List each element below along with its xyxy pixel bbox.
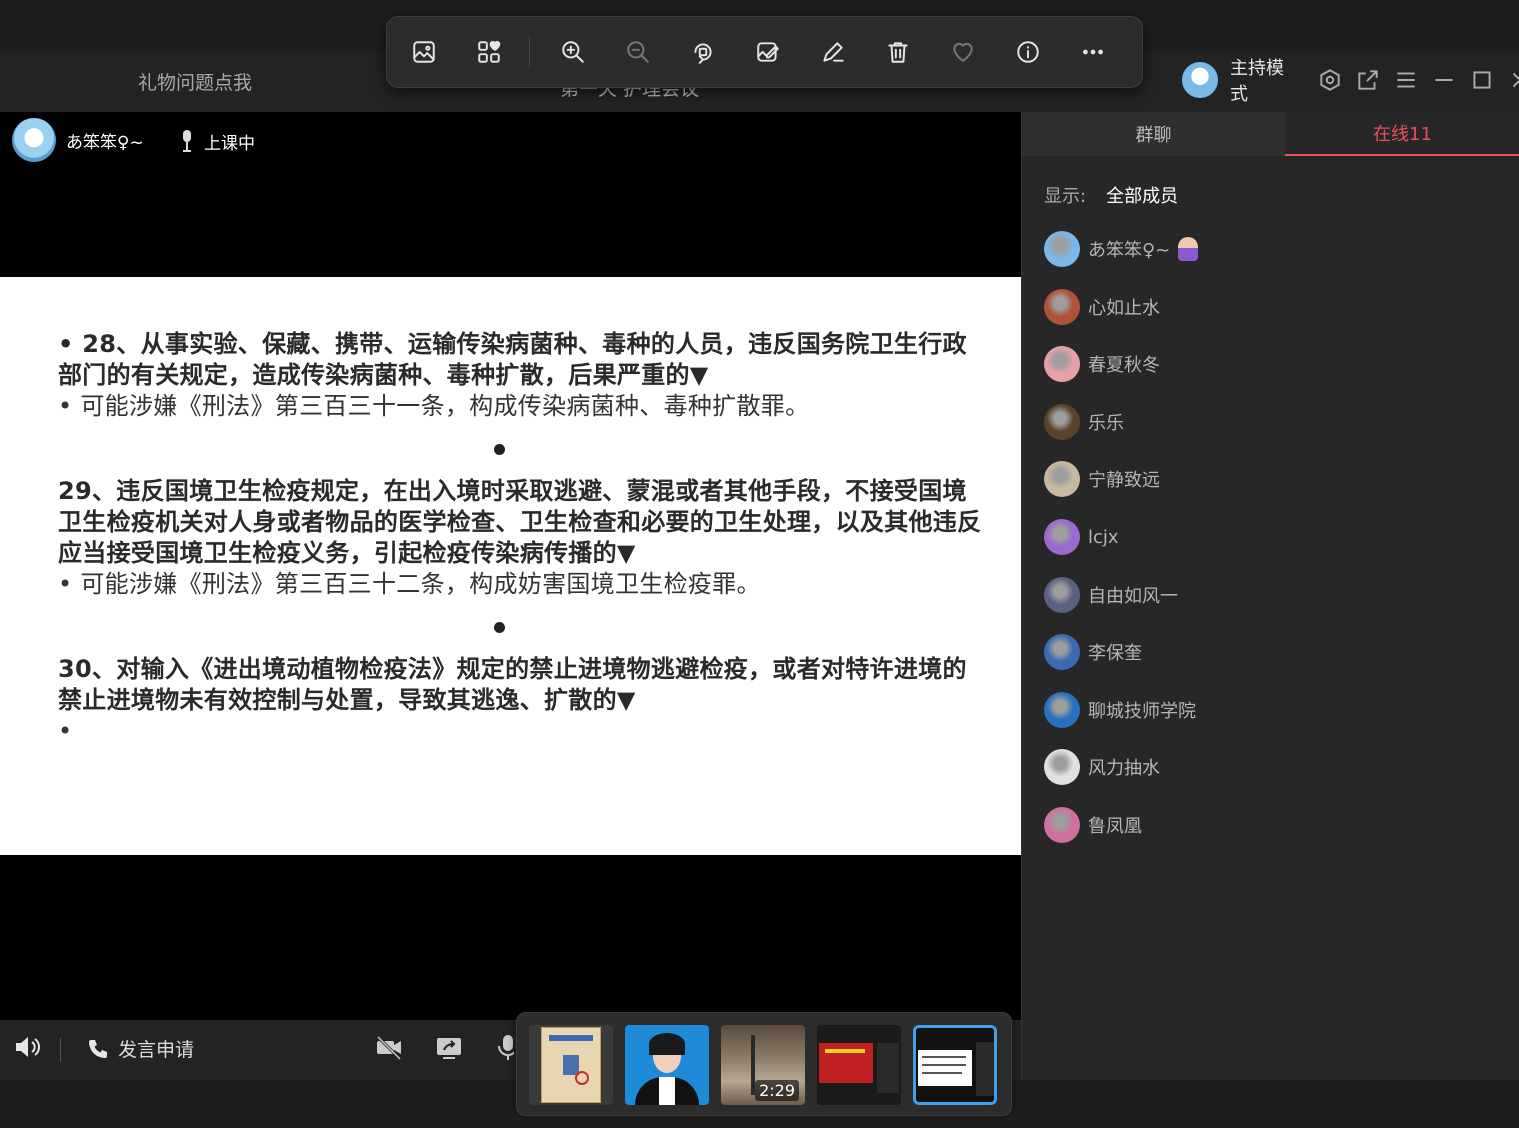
slide-content: • 28、从事实验、保藏、携带、运输传染病菌种、毒种的人员，违反国务院卫生行政部…	[0, 277, 1021, 855]
member-item[interactable]: 李保奎	[1044, 632, 1142, 672]
class-status-label: 上课中	[204, 133, 255, 154]
class-status: 上课中	[178, 128, 255, 154]
video-duration: 2:29	[755, 1080, 799, 1101]
speaker-icon[interactable]	[12, 1032, 42, 1066]
apps-heart-icon[interactable]	[472, 35, 505, 69]
thumbnail-screenshot-slide[interactable]	[913, 1025, 997, 1105]
info-icon[interactable]	[1012, 35, 1045, 69]
member-item[interactable]: 自由如风一	[1044, 575, 1178, 615]
member-item[interactable]: 心如止水	[1044, 287, 1160, 327]
zoom-out-icon[interactable]	[621, 35, 654, 69]
slide-bullet	[494, 622, 505, 633]
member-filter[interactable]: 显示: 全部成员	[1044, 182, 1178, 208]
member-name: 春夏秋冬	[1088, 355, 1160, 377]
member-name: 李保奎	[1088, 643, 1142, 665]
member-name: 风力抽水	[1088, 758, 1160, 780]
host-avatar[interactable]	[1182, 62, 1218, 98]
member-item[interactable]: lcjx	[1044, 517, 1119, 557]
apply-speak-label: 发言申请	[118, 1039, 195, 1061]
draw-icon[interactable]	[817, 35, 850, 69]
slide-bullet	[494, 444, 505, 455]
favorite-icon[interactable]	[947, 35, 980, 69]
minimize-icon[interactable]	[1431, 67, 1457, 93]
thumbnail-work-id[interactable]	[529, 1025, 613, 1105]
microphone-toggle-icon[interactable]	[494, 1032, 514, 1066]
slide-item-29-answer: • 可能涉嫌《刑法》第三百三十二条，构成妨害国境卫生检疫罪。	[58, 570, 761, 598]
image-viewer-toolbar	[386, 16, 1143, 88]
tab-group-chat[interactable]: 群聊	[1022, 112, 1285, 156]
delete-icon[interactable]	[882, 35, 915, 69]
member-name: あ笨笨♀~	[1088, 240, 1171, 261]
member-name: 鲁凤凰	[1088, 816, 1142, 837]
presenter-avatar	[12, 118, 56, 162]
member-avatar	[1044, 403, 1080, 440]
member-avatar	[1044, 691, 1080, 728]
member-name: 自由如风一	[1088, 585, 1178, 607]
member-avatar	[1044, 807, 1080, 843]
tab-online[interactable]: 在线11	[1285, 112, 1519, 156]
member-avatar	[1044, 519, 1080, 555]
image-filmstrip: 2:29	[516, 1012, 1012, 1116]
host-mode-label[interactable]: 主持模式	[1230, 54, 1293, 106]
panel-tabs: 群聊 在线11	[1022, 112, 1519, 156]
popout-icon[interactable]	[1355, 67, 1381, 93]
zoom-in-icon[interactable]	[556, 35, 589, 69]
member-avatar	[1044, 634, 1080, 671]
maximize-icon[interactable]	[1469, 67, 1495, 93]
screen-share-icon[interactable]	[434, 1032, 464, 1066]
member-avatar	[1044, 576, 1080, 613]
member-avatar	[1044, 461, 1080, 498]
thumbnail-video[interactable]: 2:29	[721, 1025, 805, 1105]
more-icon[interactable]	[1077, 35, 1110, 69]
member-avatar	[1044, 346, 1080, 383]
member-item[interactable]: 鲁凤凰	[1044, 805, 1142, 845]
host-controls: 主持模式	[1182, 58, 1519, 105]
member-name: 宁静致远	[1088, 470, 1160, 492]
bar-divider	[60, 1038, 61, 1062]
camera-off-icon[interactable]	[374, 1032, 404, 1066]
member-item[interactable]: 春夏秋冬	[1044, 344, 1160, 384]
presentation-stage: あ笨笨♀~ 上课中 • 28、从事实验、保藏、携带、运输传染病菌种、毒种的人员，…	[0, 112, 1021, 1020]
menu-icon[interactable]	[1393, 67, 1419, 93]
host-badge-icon	[1178, 237, 1199, 261]
member-avatar	[1044, 288, 1080, 325]
rotate-icon[interactable]	[686, 35, 719, 69]
slide-item-29-title: 29、违反国境卫生检疫规定，在出入境时采取逃避、蒙混或者其他手段，不接受国境卫生…	[58, 477, 982, 567]
member-item[interactable]: 宁静致远	[1044, 459, 1160, 499]
slide-item-28-answer: • 可能涉嫌《刑法》第三百三十一条，构成传染病菌种、毒种扩散罪。	[58, 392, 810, 420]
slide-item-30-title: 30、对输入《进出境动植物检疫法》规定的禁止进境物逃避检疫，或者对特许进境的禁止…	[58, 655, 967, 714]
member-item[interactable]: 乐乐	[1044, 402, 1124, 442]
member-name: 乐乐	[1088, 412, 1124, 434]
member-item[interactable]: 风力抽水	[1044, 747, 1160, 787]
presenter-info: あ笨笨♀~	[12, 118, 144, 162]
slide-item-30-answer: •	[58, 717, 73, 745]
filter-label: 显示:	[1044, 186, 1087, 207]
member-item[interactable]: 聊城技师学院	[1044, 690, 1196, 730]
member-name: 心如止水	[1088, 297, 1160, 319]
thumbnail-screenshot-red[interactable]	[817, 1025, 901, 1105]
edit-image-icon[interactable]	[751, 35, 784, 69]
microphone-icon	[183, 130, 191, 152]
member-name: 聊城技师学院	[1088, 700, 1196, 722]
phone-icon	[89, 1039, 107, 1058]
image-icon[interactable]	[407, 35, 440, 69]
close-icon[interactable]	[1507, 67, 1519, 93]
member-name: lcjx	[1088, 526, 1119, 548]
settings-icon[interactable]	[1317, 67, 1343, 93]
member-avatar	[1044, 749, 1080, 786]
gift-help-link[interactable]: 礼物问题点我	[138, 68, 252, 95]
filter-value[interactable]: 全部成员	[1106, 182, 1178, 208]
presenter-name: あ笨笨♀~	[66, 132, 144, 153]
member-panel: 群聊 在线11 显示: 全部成员 あ笨笨♀~ 心如止水春夏秋冬乐乐宁静致远 lcjx…	[1021, 112, 1519, 1080]
slide-item-28-title: • 28、从事实验、保藏、携带、运输传染病菌种、毒种的人员，违反国务院卫生行政部…	[58, 330, 967, 389]
thumbnail-portrait[interactable]	[625, 1025, 709, 1105]
toolbar-divider	[529, 37, 531, 67]
member-avatar	[1044, 231, 1080, 267]
apply-speak-button[interactable]: 发言申请	[86, 1035, 194, 1062]
member-item[interactable]: あ笨笨♀~	[1044, 229, 1199, 269]
